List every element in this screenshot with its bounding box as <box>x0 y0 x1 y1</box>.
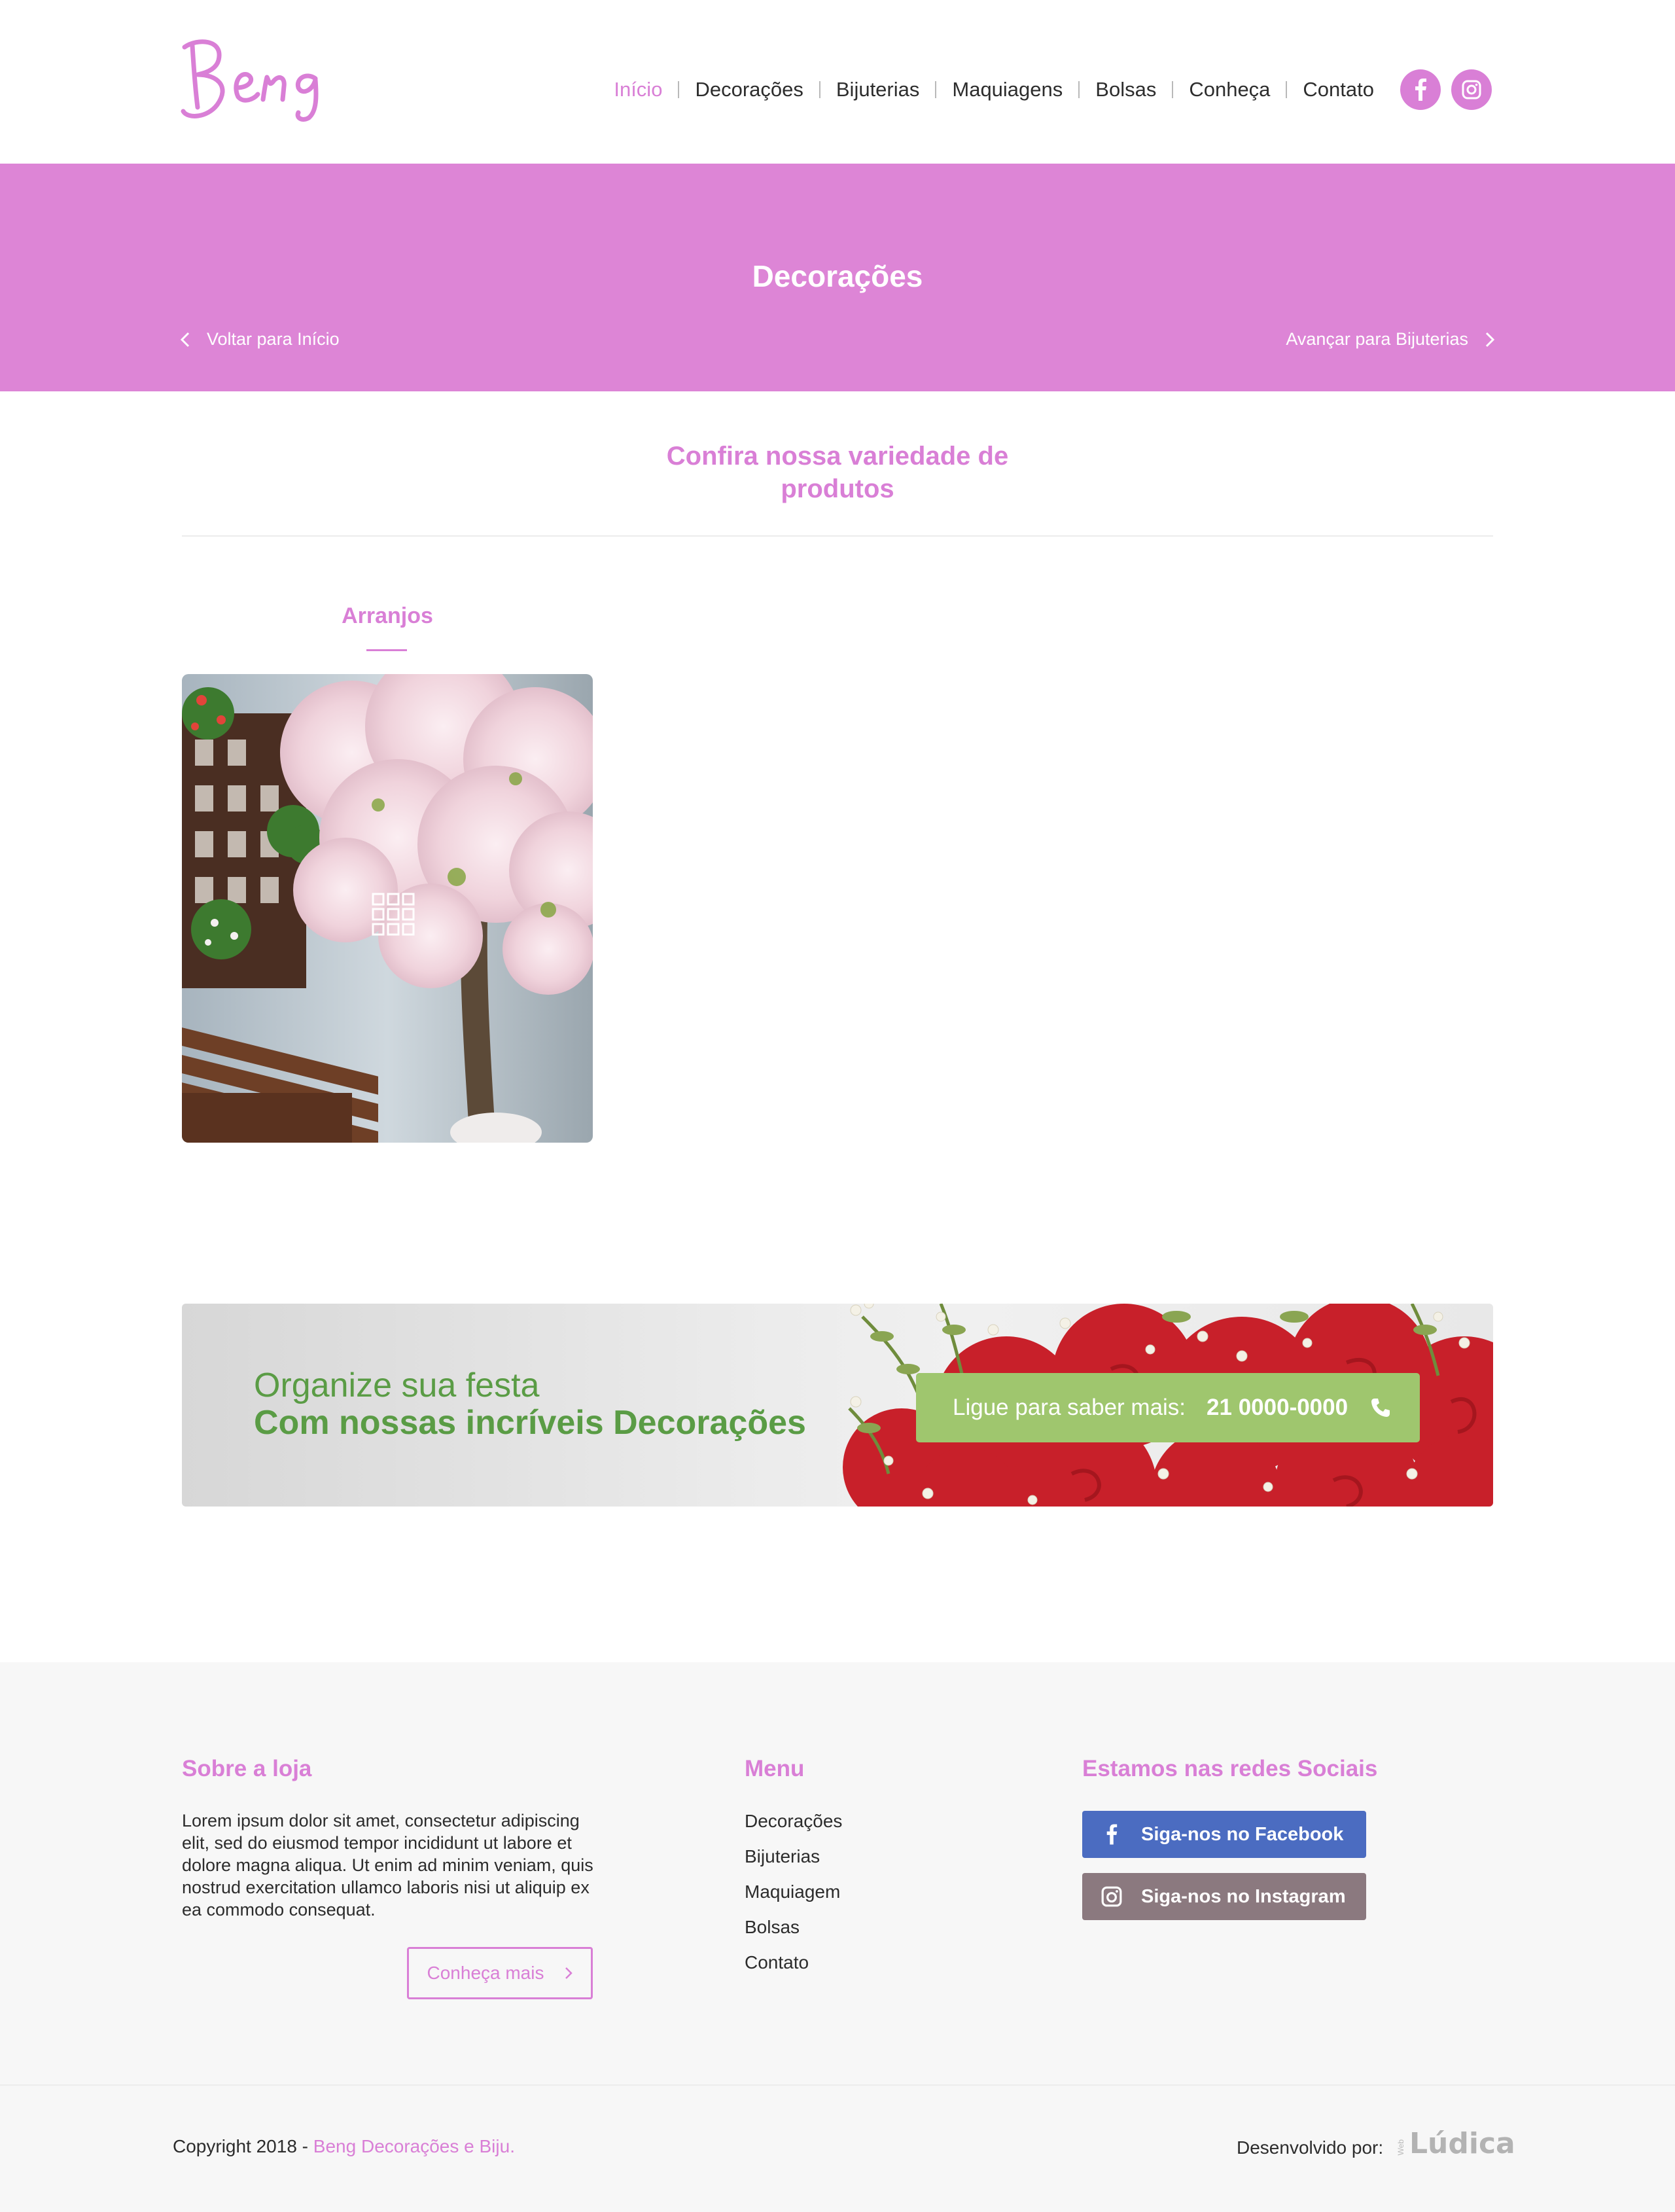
promo-banner: Organize sua festa Com nossas incríveis … <box>182 1304 1493 1507</box>
intro-heading: Confira nossa variedade de produtos <box>0 440 1675 505</box>
copyright-text: Copyright 2018 - <box>173 2136 313 2156</box>
promo-line-1: Organize sua festa <box>254 1366 540 1404</box>
section-divider <box>182 535 1493 537</box>
developer-logo-small: Web <box>1396 2139 1405 2155</box>
gallery-grid-icon <box>372 893 415 936</box>
instagram-icon <box>1082 1885 1141 1908</box>
learn-more-button[interactable]: Conheça mais <box>407 1947 593 1999</box>
developer-logo-text: Lúdica <box>1409 2127 1515 2160</box>
footer-menu-bolsas[interactable]: Bolsas <box>745 1917 800 1938</box>
nav-bolsas[interactable]: Bolsas <box>1080 67 1172 113</box>
phone-icon <box>1371 1399 1390 1417</box>
facebook-button-label: Siga-nos no Facebook <box>1141 1823 1344 1845</box>
chevron-right-icon <box>1485 332 1494 347</box>
facebook-button[interactable]: Siga-nos no Facebook <box>1082 1811 1366 1858</box>
site-header: Início Decorações Bijuterias Maquiagens … <box>0 0 1675 164</box>
intro-line-2: produtos <box>781 474 894 503</box>
footer-menu-bijuterias[interactable]: Bijuterias <box>745 1846 820 1867</box>
back-link-label: Voltar para Início <box>207 329 340 349</box>
intro-line-1: Confira nossa variedade de <box>666 442 1009 471</box>
menu-title: Menu <box>745 1756 805 1781</box>
next-link-label: Avançar para Bijuterias <box>1286 329 1468 349</box>
nav-inicio[interactable]: Início <box>598 67 678 113</box>
copyright: Copyright 2018 - Beng Decorações e Biju. <box>173 2136 515 2157</box>
facebook-icon[interactable] <box>1400 69 1441 110</box>
facebook-icon <box>1082 1823 1141 1846</box>
page-title: Decorações <box>752 259 923 293</box>
social-title: Estamos nas redes Sociais <box>1082 1756 1378 1781</box>
category-underline <box>366 649 407 651</box>
beng-logo[interactable] <box>178 34 335 132</box>
nav-conheca[interactable]: Conheça <box>1173 67 1286 113</box>
page-hero: Decorações Voltar para Início Avançar pa… <box>0 164 1675 391</box>
instagram-button-label: Siga-nos no Instagram <box>1141 1885 1346 1907</box>
instagram-icon[interactable] <box>1451 69 1492 110</box>
learn-more-label: Conheça mais <box>427 1963 544 1983</box>
promo-line-2: Com nossas incríveis Decorações <box>254 1404 806 1442</box>
next-link[interactable]: Avançar para Bijuterias <box>1286 329 1494 349</box>
category-card-arranjos[interactable] <box>182 674 593 1143</box>
category-title: Arranjos <box>342 603 433 628</box>
footer-menu-contato[interactable]: Contato <box>745 1952 809 1973</box>
developer-logo[interactable]: Web Lúdica <box>1396 2127 1515 2160</box>
nav-bijuterias[interactable]: Bijuterias <box>820 67 936 113</box>
about-text: Lorem ipsum dolor sit amet, consectetur … <box>182 1811 593 1919</box>
nav-contato[interactable]: Contato <box>1287 67 1390 113</box>
footer-menu-maquiagem[interactable]: Maquiagem <box>745 1882 840 1902</box>
footer-menu-decoracoes[interactable]: Decorações <box>745 1811 842 1832</box>
nav-decoracoes[interactable]: Decorações <box>679 67 819 113</box>
chevron-right-icon <box>565 1967 573 1979</box>
back-link[interactable]: Voltar para Início <box>181 329 340 349</box>
phone-number: 21 0000-0000 <box>1207 1395 1349 1420</box>
about-title: Sobre a loja <box>182 1756 312 1781</box>
call-button-label: Ligue para saber mais: <box>953 1395 1186 1420</box>
chevron-left-icon <box>181 332 190 347</box>
copyright-brand-link[interactable]: Beng Decorações e Biju. <box>313 2136 515 2156</box>
main-nav: Início Decorações Bijuterias Maquiagens … <box>598 67 1492 113</box>
call-button[interactable]: Ligue para saber mais: 21 0000-0000 <box>916 1373 1420 1442</box>
nav-maquiagens[interactable]: Maquiagens <box>936 67 1078 113</box>
developer-label: Desenvolvido por: <box>1237 2137 1384 2158</box>
instagram-button[interactable]: Siga-nos no Instagram <box>1082 1873 1366 1920</box>
